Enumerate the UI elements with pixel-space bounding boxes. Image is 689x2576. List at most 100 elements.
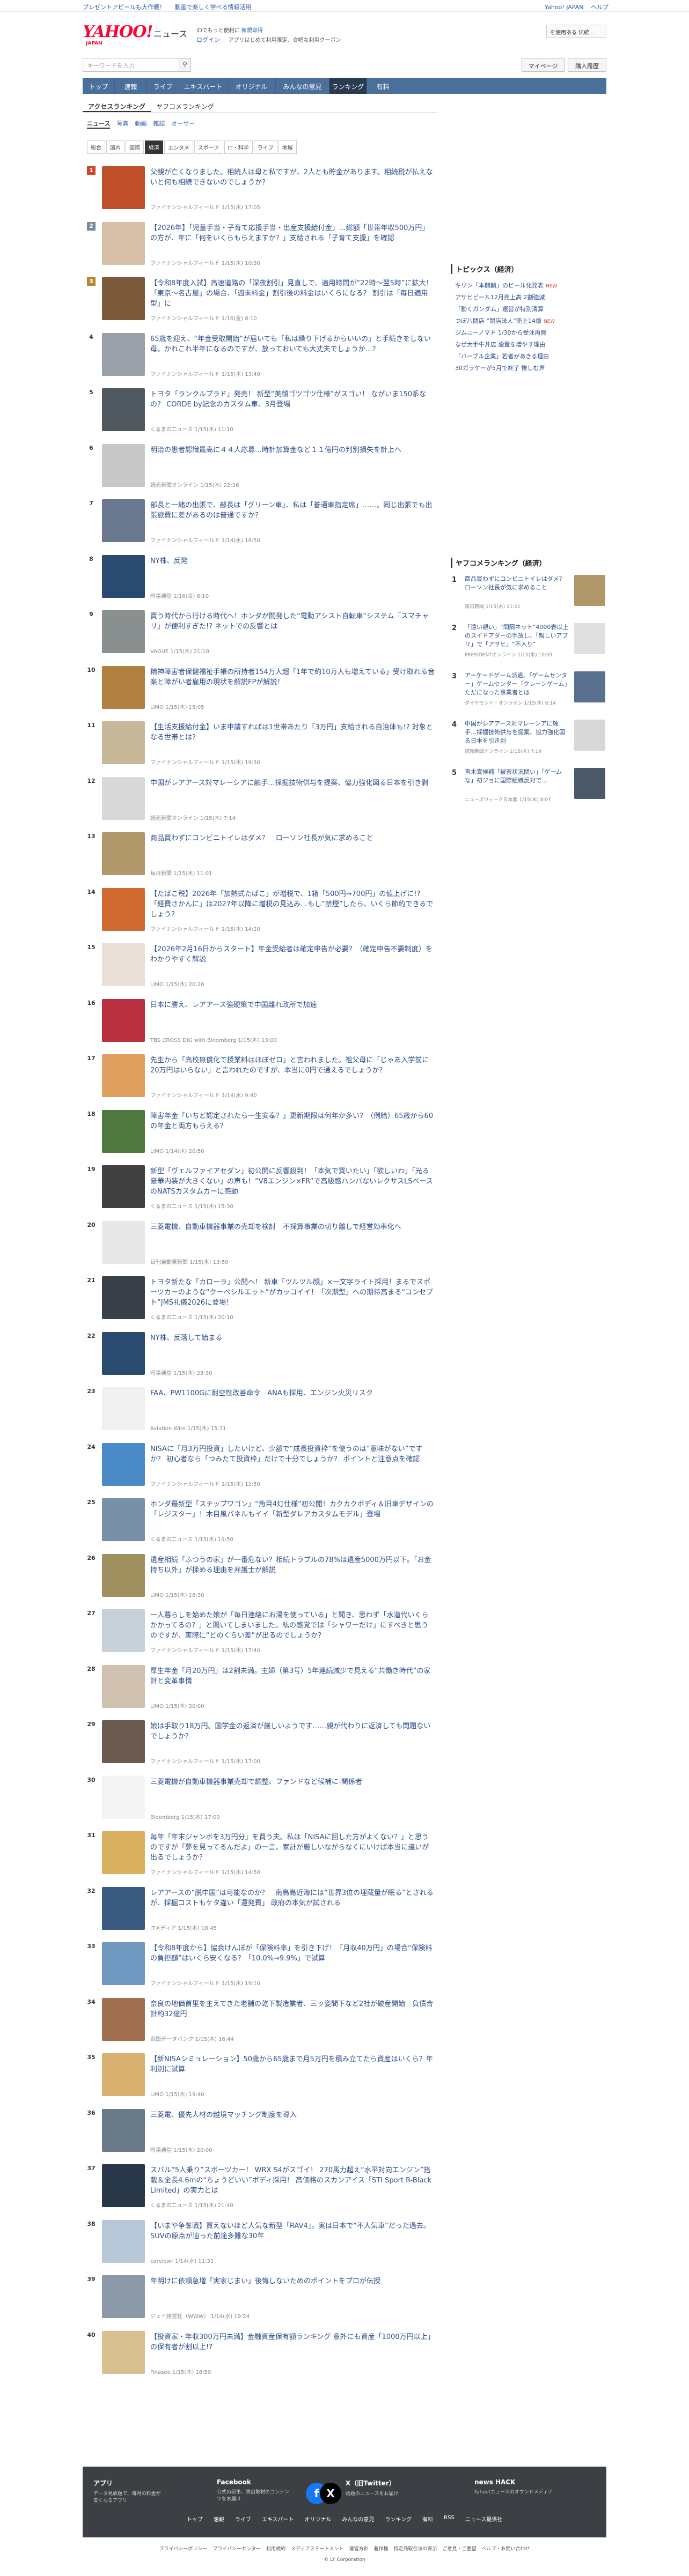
ranking-item[interactable]: 12 中国がレアアース対マレーシアに触手…採掘技術供与を提案、協力強化図る日本を引…: [87, 773, 436, 828]
ranking-item[interactable]: 27 一人暮らしを始めた娘が「毎日連絡にお湯を使っている」と聞き、思わず「水道代い…: [87, 1605, 436, 1661]
article-thumbnail[interactable]: [102, 277, 145, 320]
side-ranking-item[interactable]: 2 「遠い親い」“間隔ネット”4000表以上のスイドアダーの手放し、「親しいアプリ…: [451, 621, 606, 669]
article-title[interactable]: 日本に勝え、レアアース強硬策で中国離れ政所で加速: [150, 1000, 435, 1010]
footer-link-0[interactable]: トップ: [187, 2515, 203, 2526]
article-title[interactable]: 【投資家・年収300万円未満】金融資産保有額ランキング 意外にも資産「1000万…: [150, 2332, 435, 2352]
ranking-item[interactable]: 4 65歳を迎え、“年金受取開始”が届いても「私は繰り下げるからいいの」と手続きを…: [87, 329, 436, 384]
side-article-thumbnail[interactable]: [574, 720, 605, 751]
article-thumbnail[interactable]: [102, 776, 145, 820]
article-title[interactable]: 【令和8年度入試】高速道路の「深夜割引」見直しで、適用時間が“22時～翌5時”に…: [150, 278, 435, 309]
ranking-item[interactable]: 40 【投資家・年収300万円未満】金融資産保有額ランキング 意外にも資産「100…: [87, 2327, 436, 2382]
article-title[interactable]: NISAに「月3万円投資」したいけど、少額で“成長投資枠”を使うのは“意味がない…: [150, 1444, 435, 1464]
yahoo-logo[interactable]: YAHOO!: [83, 23, 153, 41]
nav-tab-7[interactable]: 有料: [367, 78, 399, 94]
ranking-item[interactable]: 39 年明けに依頼急増「実家じまい」後悔しないためのポイントをプロが伝授 ジェイ経営…: [87, 2271, 436, 2327]
side-article-title[interactable]: アーケードゲーム派遣、「ゲームセンター」ゲームセンター「クレーンゲーム」ただにな…: [465, 671, 570, 697]
article-title[interactable]: 65歳を迎え、“年金受取開始”が届いても「私は繰り下げるからいいの」と手続きをし…: [150, 334, 435, 354]
article-thumbnail[interactable]: [102, 166, 145, 209]
article-thumbnail[interactable]: [102, 1165, 145, 1208]
article-title[interactable]: 部長と一緒の出張で、部長は「グリーン車」、私は「普通車指定席」……。同じ出張でも…: [150, 500, 435, 521]
ranking-item[interactable]: 37 スバル“5人乗り”スポーツカー！ WRX S4がスゴイ！ 270馬力超え“水…: [87, 2160, 436, 2216]
footer-link-1[interactable]: 速報: [214, 2515, 224, 2526]
topic-item[interactable]: 30ガラケーが5月で終了 懐しむ声: [455, 362, 605, 374]
article-thumbnail[interactable]: [102, 1109, 145, 1153]
article-title[interactable]: NY株、反発: [150, 556, 435, 566]
article-thumbnail[interactable]: [102, 943, 145, 986]
side-article-title[interactable]: 「遠い親い」“間隔ネット”4000表以上のスイドアダーの手放し、「親しいアプリ」…: [465, 623, 570, 649]
ranking-item[interactable]: 8 NY株、反発 時事通信 1/16(金) 6:10: [87, 551, 436, 606]
article-title[interactable]: FAA、PW1100Gに耐空性改善命令 ANAも採用、エンジン火災リスク: [150, 1388, 435, 1398]
ranking-item[interactable]: 2 【2026年】「児童手当・子育て応援手当・出産支援給付金」…総額「世帯年収50…: [87, 218, 436, 273]
footer-newshack-block[interactable]: news HACK Yahoo!ニュースのオウンドメディア: [474, 2478, 598, 2516]
article-thumbnail[interactable]: [102, 1886, 145, 1930]
nav-tab-3[interactable]: エキスパート: [179, 78, 228, 94]
article-title[interactable]: 三菱電、優先人材の越境マッチング制度を導入: [150, 2110, 435, 2120]
side-article-title[interactable]: 直木賞候補「被害状況関い」「ゲームな」初ジョに国際組織反対で…: [465, 768, 570, 785]
nav-tab-4[interactable]: オリジナル: [228, 78, 276, 94]
article-title[interactable]: 障害年金「いちど認定されたら一生安泰？」更新期限は何年か多い？（例給）65歳から…: [150, 1111, 435, 1131]
article-thumbnail[interactable]: [102, 2108, 145, 2152]
mypage-button[interactable]: マイページ: [522, 58, 565, 72]
article-title[interactable]: 【令和8年度から】協会けんぽが「保険料率」を引き下げ！「月収40万円」の場合“保…: [150, 1943, 435, 1964]
article-thumbnail[interactable]: [102, 998, 145, 1042]
ranking-item[interactable]: 3 【令和8年度入試】高速道路の「深夜割引」見直しで、適用時間が“22時～翌5時”…: [87, 273, 436, 329]
ranking-item[interactable]: 24 NISAに「月3万円投資」したいけど、少額で“成長投資枠”を使うのは“意味が…: [87, 1439, 436, 1494]
article-title[interactable]: 【いまや争奪戦】買えないほど人気な新型「RAV4」。実は日本で“不人気車”だった…: [150, 2221, 435, 2241]
policy-link-3[interactable]: メディアステートメント: [291, 2547, 343, 2552]
article-thumbnail[interactable]: [102, 1831, 145, 1874]
article-title[interactable]: 先生から「高校無償化で授業料はほぼゼロ」と言われました。祖父母に「じゃあ入学前に…: [150, 1055, 435, 1076]
article-title[interactable]: 三菱電機、自動車機器事業の売却を検討 不採算事業の切り離しで経営効率化へ: [150, 1222, 435, 1232]
nav-tab-2[interactable]: ライブ: [147, 78, 179, 94]
genre-tab-3[interactable]: 経済: [145, 140, 163, 154]
article-thumbnail[interactable]: [102, 388, 145, 431]
article-title[interactable]: トヨタ新たな「カローラ」公開へ！ 新車「ツルツル顔」×一文字ライト採用！まるでス…: [150, 1277, 435, 1308]
ranking-item[interactable]: 1 父親が亡くなりました。相続人は母と私ですが、2人とも貯金があります。相続税が払…: [87, 162, 436, 218]
article-title[interactable]: 精神障害者保健福祉手帳の所持者154万人超「1年で約10万人も増えている」受け取…: [150, 667, 435, 687]
ranking-item[interactable]: 11 【生活支援給付金】いま申請すればは1世帯あたり「3万円」支給される自治体も!…: [87, 717, 436, 773]
media-tab-1[interactable]: 写真: [116, 119, 128, 129]
genre-tab-4[interactable]: エンタメ: [164, 140, 193, 154]
article-thumbnail[interactable]: [102, 1276, 145, 1319]
article-thumbnail[interactable]: [102, 1775, 145, 1819]
article-thumbnail[interactable]: [102, 1387, 145, 1430]
ranking-item[interactable]: 22 NY株、反落して始まる 時事通信 1/15(木) 23:30: [87, 1328, 436, 1383]
ranking-item[interactable]: 19 新型「ヴェルファイアセダン」初公開に反響殺到！「本気で買いたい」「欲しいわ」…: [87, 1161, 436, 1217]
article-thumbnail[interactable]: [102, 1220, 145, 1264]
side-ranking-item[interactable]: 5 直木賞候補「被害状況関い」「ゲームな」初ジョに国際組織反対で… ニューズウィーク…: [451, 766, 606, 814]
ranking-item[interactable]: 9 買う時代から行ける時代へ！ホンダが開発した“電動アシスト自転車”システム「スマ…: [87, 606, 436, 662]
article-title[interactable]: 娘は手取り18万円。国学金の返済が厳しいようです……親が代わりに返済しても問題な…: [150, 1721, 435, 1742]
article-thumbnail[interactable]: [102, 1664, 145, 1708]
search-input[interactable]: キーワードを入力: [83, 58, 179, 72]
article-title[interactable]: 新型「ヴェルファイアセダン」初公開に反響殺到！「本気で買いたい」「欲しいわ」「光…: [150, 1166, 435, 1197]
article-title[interactable]: 父親が亡くなりました。相続人は母と私ですが、2人とも貯金があります。相続税が払え…: [150, 167, 435, 188]
article-title[interactable]: 【2026年】「児童手当・子育て応援手当・出産支援給付金」…総額「世帯年収500…: [150, 223, 435, 243]
policy-link-5[interactable]: 著作権: [374, 2547, 389, 2552]
coupon-banner[interactable]: を使用ある 伝統...: [546, 25, 606, 38]
article-title[interactable]: 【生活支援給付金】いま申請すればは1世帯あたり「3万円」支給される自治体も!? …: [150, 722, 435, 743]
nav-tab-0[interactable]: トップ: [83, 78, 115, 94]
login-link[interactable]: ログイン: [196, 36, 220, 43]
topic-item[interactable]: キリン「本麒麟」のビール化発表 NEW: [455, 280, 605, 292]
side-ranking-item[interactable]: 4 中国がレアアース対マレーシアに触手…採掘技術供与を提案、協力強化図る日本を引き…: [451, 717, 606, 766]
article-thumbnail[interactable]: [102, 1331, 145, 1375]
article-title[interactable]: 年明けに依頼急増「実家じまい」後悔しないためのポイントをプロが伝授: [150, 2276, 435, 2286]
footer-link-2[interactable]: ライブ: [235, 2515, 251, 2526]
article-title[interactable]: トヨタ「ランクルプラド」発売！ 新型“美顔ゴツゴツ仕様”がスゴい！ ながいま15…: [150, 389, 435, 410]
topic-item[interactable]: 「動くガンダム」運営が特別清算: [455, 304, 605, 315]
media-tab-0[interactable]: ニュース: [87, 119, 111, 129]
nav-tab-5[interactable]: みんなの意見: [276, 78, 329, 94]
ranking-item[interactable]: 26 遺産相続「ふつうの家」が一番危ない？相続トラブルの78%は遺産5000万円以…: [87, 1550, 436, 1605]
ranking-item[interactable]: 6 明治の患者認識最高に４４人応募…時計加算金など１１億円の判別損失を計上へ 読売新…: [87, 440, 436, 495]
media-tab-4[interactable]: オーサー: [171, 119, 195, 129]
article-thumbnail[interactable]: [102, 499, 145, 542]
article-thumbnail[interactable]: [102, 1498, 145, 1541]
policy-link-6[interactable]: 特定商取引法の表示: [394, 2547, 437, 2552]
ranking-item[interactable]: 36 三菱電、優先人材の越境マッチング制度を導入 時事通信 1/15(木) 20:0…: [87, 2105, 436, 2160]
nav-tab-1[interactable]: 速報: [115, 78, 147, 94]
register-link[interactable]: 新規取得: [241, 28, 263, 34]
footer-link-9[interactable]: ニュース提供社: [465, 2515, 503, 2526]
article-title[interactable]: 奈良の地価首里を主えてきた老舗の乾下製造業者、三ッ姿間下など2社が破産開始 負債…: [150, 1999, 435, 2019]
article-title[interactable]: スバル“5人乗り”スポーツカー！ WRX S4がスゴイ！ 270馬力超え“水平対…: [150, 2165, 435, 2196]
genre-tab-2[interactable]: 国際: [126, 140, 144, 154]
ranking-item[interactable]: 32 レアアースの“脱中国”は可能なのか？ 南鳥島近海には“世界3位の埋蔵量が眠る…: [87, 1883, 436, 1938]
